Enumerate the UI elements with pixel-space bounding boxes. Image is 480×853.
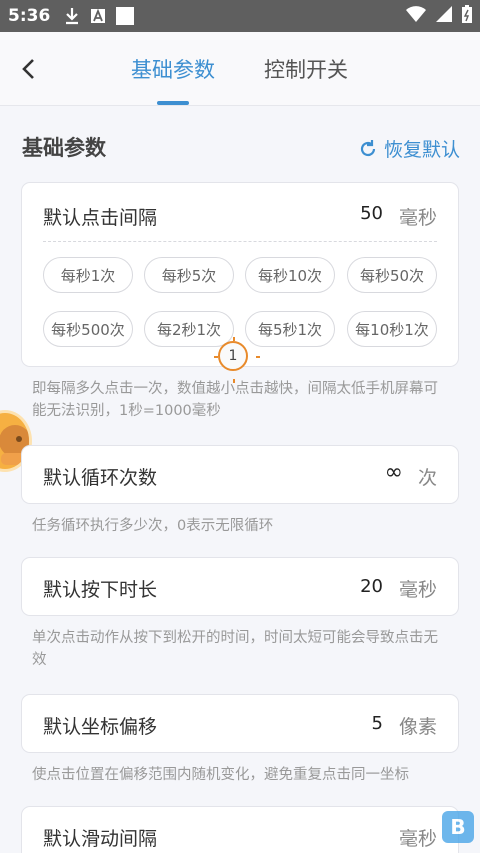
tab-control-switches[interactable]: 控制开关 [264,54,348,104]
preset-chip[interactable]: 每秒5次 [144,257,234,293]
status-bar: 5:36 [0,0,480,32]
coord-offset-value[interactable]: 5 [372,713,383,734]
header: 基础参数 控制开关 [0,32,480,106]
click-interval-value[interactable]: 50 [360,203,383,224]
font-icon [90,8,106,24]
click-interval-unit: 毫秒 [398,207,437,229]
restore-defaults-label: 恢复默认 [383,139,460,161]
chevron-left-icon [22,59,34,79]
active-tab-indicator [157,101,189,105]
refresh-icon [360,139,376,156]
coord-offset-description: 使点击位置在偏移范围内随机变化，避免重复点击同一坐标 [32,767,409,783]
press-duration-unit: 毫秒 [398,579,437,601]
slide-interval-unit: 毫秒 [398,828,437,850]
press-duration-card: 默认按下时长 20 毫秒 [21,557,459,616]
section-title: 基础参数 [22,136,106,160]
click-interval-card: 默认点击间隔 50 毫秒 每秒1次 每秒5次 每秒10次 每秒50次 每秒500… [21,182,459,367]
press-duration-label: 默认按下时长 [43,579,158,601]
preset-chip[interactable]: 每2秒1次 [144,311,234,347]
preset-chip[interactable]: 每5秒1次 [245,311,335,347]
preset-chip[interactable]: 每10秒1次 [347,311,437,347]
restore-defaults-button[interactable]: 恢复默认 [358,135,460,162]
coord-offset-unit: 像素 [398,716,437,738]
slide-interval-card: 默认滑动间隔 毫秒 [21,806,459,853]
preset-chip[interactable]: 每秒10次 [245,257,335,293]
loop-count-card: 默认循环次数 ∞ 次 [21,445,459,504]
signal-icon [436,6,452,26]
click-interval-label: 默认点击间隔 [43,207,158,229]
coord-offset-card: 默认坐标偏移 5 像素 [21,694,459,753]
back-button[interactable] [14,54,42,84]
preset-chip[interactable]: 每秒50次 [347,257,437,293]
battery-icon [462,5,472,27]
loop-count-unit: 次 [417,467,437,489]
coord-offset-label: 默认坐标偏移 [43,716,158,738]
press-duration-description: 单次点击动作从按下到松开的时间，时间太短可能会导致点击无效 [32,630,438,668]
click-point-marker[interactable]: 1 [214,337,260,383]
slide-interval-label: 默认滑动间隔 [43,828,158,850]
loop-count-value[interactable]: ∞ [385,460,403,485]
tab-basic-params[interactable]: 基础参数 [131,54,215,104]
preset-chip[interactable]: 每秒500次 [43,311,133,347]
preset-chip[interactable]: 每秒1次 [43,257,133,293]
divider [43,241,437,242]
status-time: 5:36 [8,6,51,26]
wifi-icon [406,6,426,26]
loop-count-label: 默认循环次数 [43,467,158,489]
notification-icon [116,7,135,25]
watermark: B [442,811,474,843]
download-icon [64,7,80,25]
click-interval-description: 即每隔多久点击一次，数值越小点击越快，间隔太低手机屏幕可能无法识别，1秒=100… [32,381,438,419]
marker-number: 1 [228,348,238,364]
watermark-logo-icon: B [442,811,474,843]
loop-count-description: 任务循环执行多少次，0表示无限循环 [32,518,274,534]
press-duration-value[interactable]: 20 [360,576,383,597]
